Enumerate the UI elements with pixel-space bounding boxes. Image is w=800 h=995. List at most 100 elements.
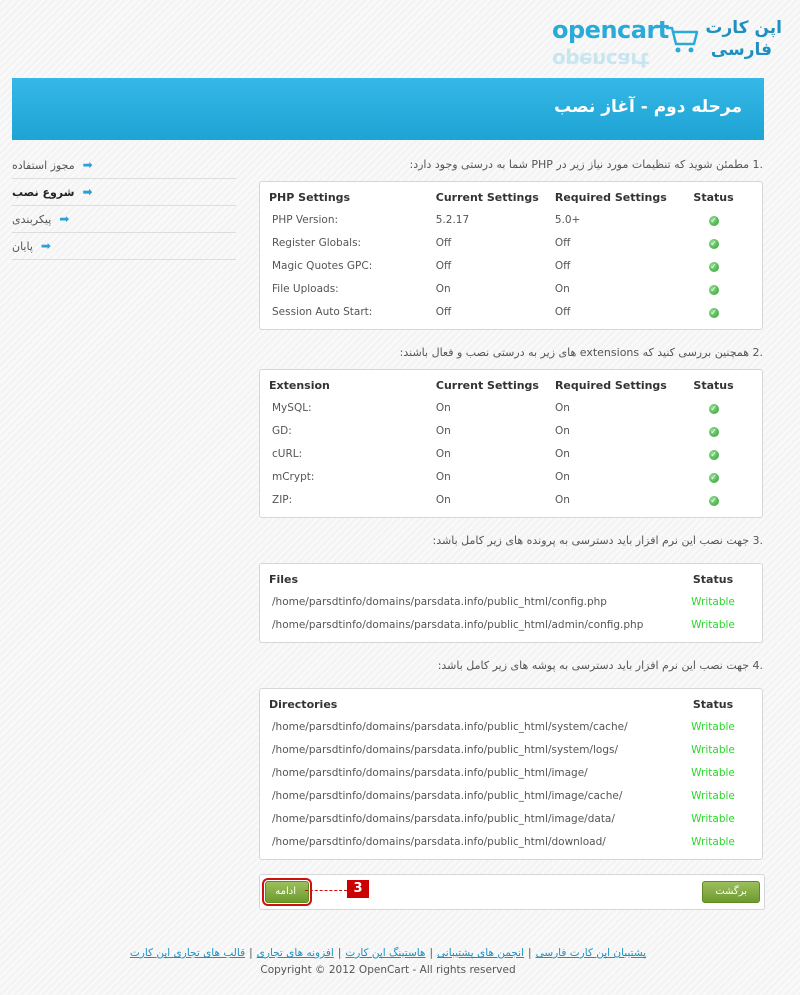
table-row: Session Auto Start: Off Off ✓ bbox=[269, 300, 753, 323]
directories-intro: .4 جهت نصب این نرم افزار باید دسترسی به … bbox=[437, 659, 763, 672]
footer-link-support[interactable]: پشتیبان اپن کارت فارسی bbox=[536, 947, 647, 959]
annotation-line bbox=[305, 890, 347, 891]
sidebar-item-label: پیکربندی bbox=[12, 212, 52, 226]
footer-link-themes[interactable]: قالب های تجاری اپن کارت bbox=[130, 947, 245, 959]
page-header: مرحله دوم - آغاز نصب bbox=[12, 78, 764, 140]
files-box: Files Status /home/parsdtinfo/domains/pa… bbox=[259, 563, 763, 643]
arrow-right-icon: ➡ bbox=[82, 185, 93, 199]
check-ok-icon: ✓ bbox=[708, 449, 719, 460]
logo-brand-text: opencart bbox=[552, 16, 669, 44]
writable-status: Writable bbox=[691, 743, 735, 756]
arrow-right-icon: ➡ bbox=[40, 239, 51, 253]
table-row: /home/parsdtinfo/domains/parsdata.info/p… bbox=[269, 590, 753, 613]
check-ok-icon: ✓ bbox=[708, 284, 719, 295]
table-row: ZIP: On On ✓ bbox=[269, 488, 753, 511]
writable-status: Writable bbox=[691, 720, 735, 733]
column-header: Current Settings bbox=[435, 378, 539, 392]
current-value: On bbox=[435, 447, 451, 460]
extension-name: GD: bbox=[272, 424, 292, 437]
table-row: Magic Quotes GPC: Off Off ✓ bbox=[269, 254, 753, 277]
current-value: On bbox=[435, 282, 451, 295]
check-ok-icon: ✓ bbox=[708, 495, 719, 506]
footer-separator: | bbox=[249, 947, 253, 959]
sidebar-item-configuration[interactable]: ➡ پیکربندی bbox=[12, 206, 236, 233]
extensions-table: Extension Current Settings Required Sett… bbox=[269, 378, 753, 511]
extension-name: cURL: bbox=[272, 447, 303, 460]
table-row: MySQL: On On ✓ bbox=[269, 396, 753, 419]
required-value: Off bbox=[554, 305, 571, 318]
annotation-marker: 3 bbox=[347, 880, 369, 898]
logo-persian-line2: فارسی bbox=[710, 40, 772, 60]
column-header: Extension bbox=[269, 378, 330, 392]
column-header: Status bbox=[692, 697, 734, 711]
php-settings-box: PHP Settings Current Settings Required S… bbox=[259, 181, 763, 330]
php-settings-intro: .1 مطمئن شوید که تنظیمات مورد نیاز زیر د… bbox=[409, 158, 764, 171]
extensions-box: Extension Current Settings Required Sett… bbox=[259, 369, 763, 518]
file-path: /home/parsdtinfo/domains/parsdata.info/p… bbox=[272, 595, 607, 608]
required-value: On bbox=[554, 447, 570, 460]
opencart-logo: opencart opencart اپن کارت فارسی bbox=[552, 12, 782, 72]
writable-status: Writable bbox=[691, 812, 735, 825]
table-row: /home/parsdtinfo/domains/parsdata.info/p… bbox=[269, 715, 753, 738]
sidebar-item-start-install[interactable]: ➡ شروع نصب bbox=[12, 179, 236, 206]
file-path: /home/parsdtinfo/domains/parsdata.info/p… bbox=[272, 618, 644, 631]
sidebar-item-label: شروع نصب bbox=[12, 185, 75, 199]
directory-path: /home/parsdtinfo/domains/parsdata.info/p… bbox=[272, 812, 615, 825]
writable-status: Writable bbox=[691, 766, 735, 779]
footer-link-hosting[interactable]: هاستینگ اپن کارت bbox=[345, 947, 425, 959]
steps-sidebar: ➡ مجوز استفاده ➡ شروع نصب ➡ پیکربندی ➡ پ… bbox=[12, 152, 236, 260]
table-row: GD: On On ✓ bbox=[269, 419, 753, 442]
required-value: Off bbox=[554, 259, 571, 272]
back-button[interactable]: برگشت bbox=[702, 881, 760, 903]
check-ok-icon: ✓ bbox=[708, 238, 719, 249]
setting-name: Session Auto Start: bbox=[272, 305, 373, 318]
check-ok-icon: ✓ bbox=[708, 307, 719, 318]
current-value: On bbox=[435, 424, 451, 437]
column-header: Status bbox=[693, 378, 734, 392]
sidebar-item-label: مجوز استفاده bbox=[12, 158, 75, 172]
directory-path: /home/parsdtinfo/domains/parsdata.info/p… bbox=[272, 743, 618, 756]
arrow-right-icon: ➡ bbox=[59, 212, 70, 226]
check-ok-icon: ✓ bbox=[708, 403, 719, 414]
column-header: Files bbox=[269, 572, 299, 586]
column-header: Required Settings bbox=[554, 378, 667, 392]
writable-status: Writable bbox=[691, 618, 735, 631]
directory-path: /home/parsdtinfo/domains/parsdata.info/p… bbox=[272, 835, 606, 848]
directory-path: /home/parsdtinfo/domains/parsdata.info/p… bbox=[272, 766, 588, 779]
check-ok-icon: ✓ bbox=[708, 426, 719, 437]
footer-separator: | bbox=[528, 947, 532, 959]
copyright-text: Copyright © 2012 OpenCart - All rights r… bbox=[260, 964, 516, 976]
table-row: File Uploads: On On ✓ bbox=[269, 277, 753, 300]
extensions-intro: .2 همچنین بررسی کنید که extensions های ز… bbox=[399, 346, 763, 359]
table-row: cURL: On On ✓ bbox=[269, 442, 753, 465]
files-intro: .3 جهت نصب این نرم افزار باید دسترسی به … bbox=[432, 534, 763, 547]
table-row: PHP Version: 5.2.17 5.0+ ✓ bbox=[269, 208, 753, 231]
table-row: /home/parsdtinfo/domains/parsdata.info/p… bbox=[269, 784, 753, 807]
table-row: /home/parsdtinfo/domains/parsdata.info/p… bbox=[269, 613, 753, 636]
required-value: On bbox=[554, 282, 570, 295]
directories-box: Directories Status /home/parsdtinfo/doma… bbox=[259, 688, 763, 860]
required-value: On bbox=[554, 470, 570, 483]
extension-name: mCrypt: bbox=[272, 470, 315, 483]
footer-link-forums[interactable]: انجمن های پشتیبانی bbox=[437, 947, 524, 959]
check-ok-icon: ✓ bbox=[708, 261, 719, 272]
column-header: Current Settings bbox=[435, 190, 539, 204]
required-value: On bbox=[554, 424, 570, 437]
footer-links: پشتیبان اپن کارت فارسی | انجمن های پشتیبان… bbox=[0, 947, 776, 959]
logo-brand-reflection: opencart bbox=[552, 48, 649, 72]
current-value: On bbox=[435, 401, 451, 414]
check-ok-icon: ✓ bbox=[708, 472, 719, 483]
sidebar-item-finish[interactable]: ➡ پایان bbox=[12, 233, 236, 260]
arrow-right-icon: ➡ bbox=[82, 158, 93, 172]
column-header: Directories bbox=[269, 697, 338, 711]
table-row: mCrypt: On On ✓ bbox=[269, 465, 753, 488]
current-value: On bbox=[435, 493, 451, 506]
directory-path: /home/parsdtinfo/domains/parsdata.info/p… bbox=[272, 789, 623, 802]
required-value: On bbox=[554, 401, 570, 414]
main-content: .1 مطمئن شوید که تنظیمات مورد نیاز زیر د… bbox=[259, 158, 763, 860]
sidebar-item-license[interactable]: ➡ مجوز استفاده bbox=[12, 152, 236, 179]
footer-link-extensions[interactable]: افزونه های تجاری bbox=[257, 947, 334, 959]
current-value: Off bbox=[435, 259, 452, 272]
continue-button[interactable]: ادامه bbox=[262, 878, 312, 906]
column-header: Required Settings bbox=[554, 190, 667, 204]
